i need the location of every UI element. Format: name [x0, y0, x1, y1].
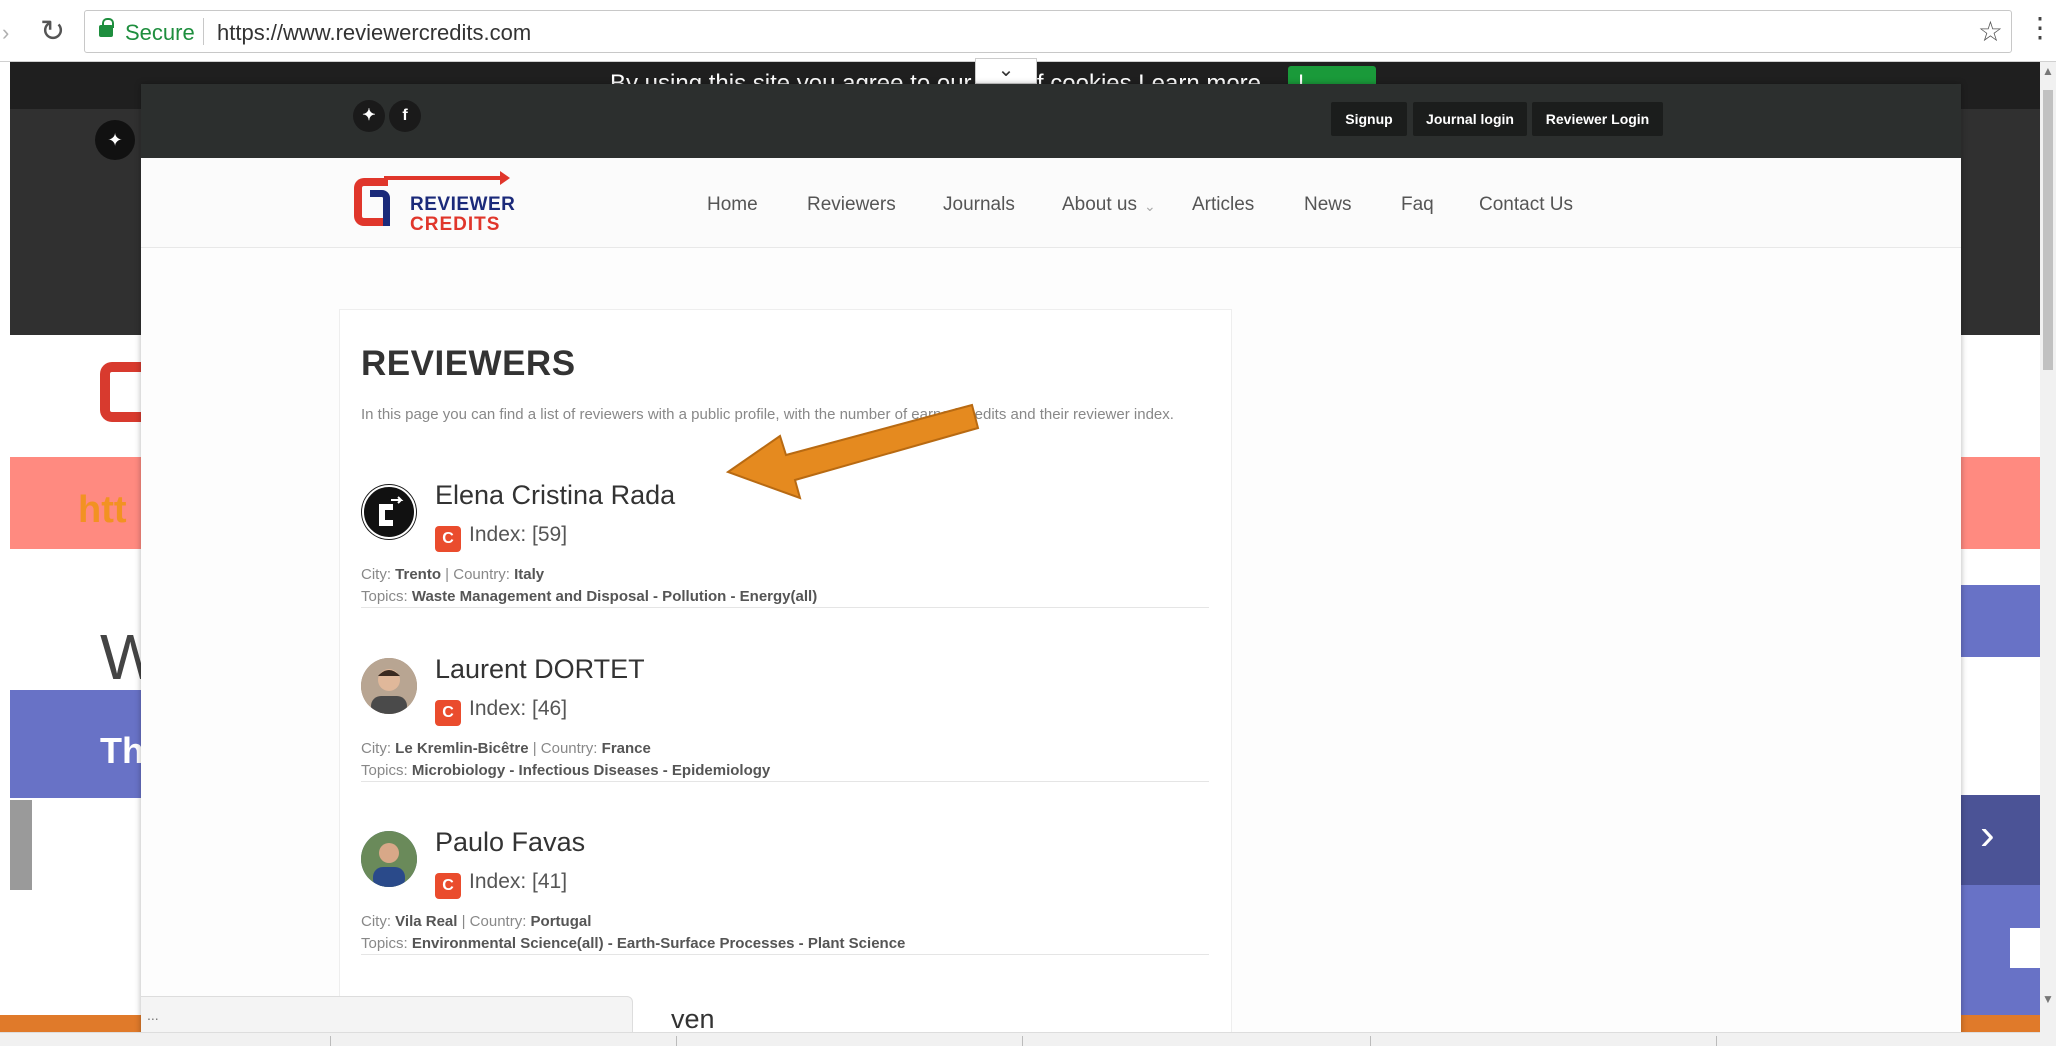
nav-reviewers[interactable]: Reviewers	[807, 194, 896, 216]
bottom-strip	[0, 1032, 2040, 1046]
reviewer-divider	[361, 607, 1209, 608]
reviewer-location: City: Trento | Country: Italy	[361, 566, 545, 583]
avatar-person-icon	[361, 658, 417, 714]
reviewer-login-button[interactable]: Reviewer Login	[1532, 102, 1663, 136]
country-value: Italy	[514, 566, 545, 583]
bg-slider-next[interactable]	[1960, 795, 2040, 885]
bg-gray-block	[10, 800, 32, 890]
reviewer-location: City: Vila Real | Country: Portugal	[361, 913, 592, 930]
reviewer-divider	[361, 781, 1209, 782]
reviewer-index: Index: [41]	[469, 870, 568, 893]
signup-button[interactable]: Signup	[1331, 102, 1407, 136]
url-text[interactable]: https://www.reviewercredits.com	[217, 20, 531, 46]
reviewer-name[interactable]: Laurent DORTET	[435, 654, 645, 685]
country-label: Country:	[453, 566, 510, 583]
page-title: REVIEWERS	[361, 344, 576, 383]
orange-arrow-annotation-icon	[725, 403, 980, 500]
facebook-icon[interactable]: f	[389, 100, 421, 132]
reviewer-index: Index: [46]	[469, 697, 568, 720]
topics-label: Topics:	[361, 762, 408, 779]
city-label: City:	[361, 566, 391, 583]
bg-hero-text: htt	[78, 489, 127, 531]
index-badge-icon: C	[435, 873, 461, 899]
nav-home[interactable]: Home	[707, 194, 758, 216]
nav-journals[interactable]: Journals	[943, 194, 1015, 216]
city-value: Le Kremlin-Bicêtre	[395, 740, 529, 757]
nav-faq[interactable]: Faq	[1401, 194, 1434, 216]
scroll-up-icon[interactable]: ▲	[2042, 64, 2054, 78]
bg-blue-block	[1960, 585, 2040, 657]
logo-line1: REVIEWER	[410, 194, 516, 215]
twitter-icon[interactable]: ✦	[353, 100, 385, 132]
scrollbar-thumb[interactable]	[2043, 90, 2053, 370]
country-value: France	[601, 740, 651, 757]
logo-arrow-icon	[384, 171, 510, 185]
avatar-logo-icon	[362, 485, 416, 539]
kebab-menu-icon[interactable]: ⋮	[2026, 14, 2054, 42]
reviewer-topics: Topics: Microbiology - Infectious Diseas…	[361, 762, 770, 779]
logo-r-icon	[370, 190, 390, 226]
bottom-tick	[330, 1036, 331, 1046]
browser-toolbar: › ↻ Secure https://www.reviewercredits.c…	[0, 0, 2056, 62]
reviewer-index: Index: [59]	[469, 523, 568, 546]
bg-white-square	[2010, 928, 2040, 968]
chevron-right-icon[interactable]: ›	[1980, 810, 1995, 860]
bg-logo-icon	[100, 362, 146, 422]
reviewer-location: City: Le Kremlin-Bicêtre | Country: Fran…	[361, 740, 651, 757]
avatar	[361, 484, 417, 540]
city-value: Vila Real	[395, 913, 458, 930]
avatar	[361, 831, 417, 887]
topics-label: Topics:	[361, 935, 408, 952]
journal-login-button[interactable]: Journal login	[1413, 102, 1527, 136]
cookie-collapse-chevron-icon[interactable]: ⌄	[975, 58, 1037, 84]
bookmark-star-icon[interactable]: ☆	[1978, 15, 2003, 48]
city-value: Trento	[395, 566, 442, 583]
bottom-tick	[1370, 1036, 1371, 1046]
back-icon[interactable]: ›	[2, 20, 9, 46]
country-label: Country:	[469, 913, 527, 930]
country-label: Country:	[540, 740, 598, 757]
lock-icon	[99, 18, 114, 37]
reviewers-page-overlay: ✦ f Signup Journal login Reviewer Login …	[141, 84, 1961, 1046]
reviewer-item[interactable]: Paulo Favas C Index: [41] City: Vila Rea…	[361, 827, 1209, 987]
nav-articles[interactable]: Articles	[1192, 194, 1254, 216]
chevron-down-icon[interactable]: ⌄	[1144, 198, 1156, 215]
index-badge-icon: C	[435, 526, 461, 552]
bg-blue-text: Th	[100, 730, 144, 771]
city-label: City:	[361, 740, 391, 757]
reviewer-topics: Topics: Environmental Science(all) - Ear…	[361, 935, 905, 952]
index-badge-icon: C	[435, 700, 461, 726]
reviewer-item[interactable]: Laurent DORTET C Index: [46] City: Le Kr…	[361, 654, 1209, 814]
topics-value: Environmental Science(all) - Earth-Surfa…	[411, 935, 906, 952]
site-header: REVIEWER CREDITS Home Reviewers Journals…	[141, 158, 1961, 248]
next-reviewer-peek[interactable]: ven	[671, 1004, 715, 1035]
scroll-down-icon[interactable]: ▼	[2042, 992, 2054, 1006]
nav-about-us[interactable]: About us	[1062, 194, 1137, 216]
topics-value: Waste Management and Disposal - Pollutio…	[411, 588, 818, 605]
topics-value: Microbiology - Infectious Diseases - Epi…	[411, 762, 771, 779]
bottom-tick	[1716, 1036, 1717, 1046]
reviewer-divider	[361, 954, 1209, 955]
reviewer-name[interactable]: Paulo Favas	[435, 827, 585, 858]
nav-news[interactable]: News	[1304, 194, 1352, 216]
logo-line2: CREDITS	[410, 214, 501, 235]
bottom-tick	[1022, 1036, 1023, 1046]
site-topbar: ✦ f Signup Journal login Reviewer Login	[141, 84, 1961, 158]
secure-label: Secure	[125, 20, 195, 45]
reviewer-name[interactable]: Elena Cristina Rada	[435, 480, 675, 511]
country-value: Portugal	[530, 913, 592, 930]
bg-twitter-icon[interactable]: ✦	[95, 120, 135, 160]
topics-label: Topics:	[361, 588, 408, 605]
reload-icon[interactable]: ↻	[40, 14, 65, 49]
address-bar[interactable]: Secure https://www.reviewercredits.com ☆	[84, 10, 2012, 53]
bottom-tick	[676, 1036, 677, 1046]
omnibox-divider	[203, 18, 204, 45]
avatar-person-icon	[361, 831, 417, 887]
reviewer-topics: Topics: Waste Management and Disposal - …	[361, 588, 817, 605]
nav-contact-us[interactable]: Contact Us	[1479, 194, 1573, 216]
city-label: City:	[361, 913, 391, 930]
avatar	[361, 658, 417, 714]
reviewer-credits-logo[interactable]: REVIEWER CREDITS	[354, 171, 516, 235]
